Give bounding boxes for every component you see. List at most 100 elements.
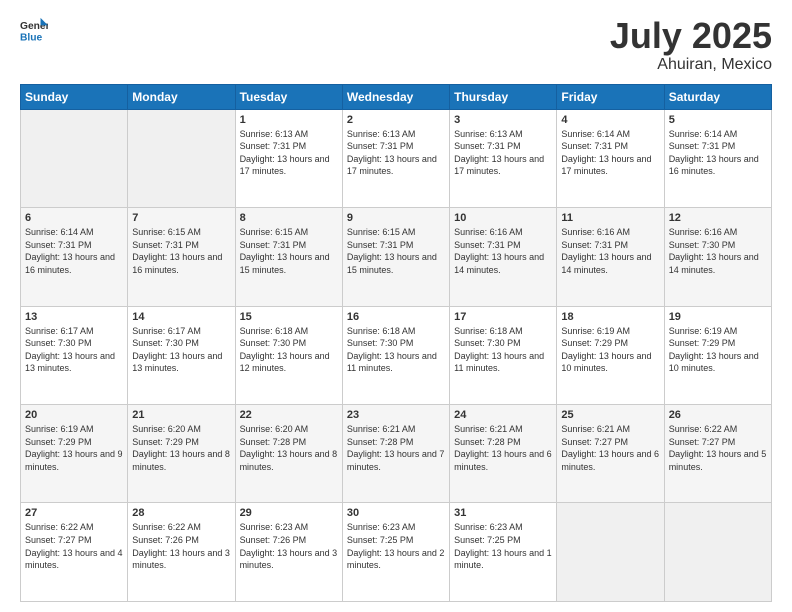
day-info: Sunrise: 6:16 AM Sunset: 7:31 PM Dayligh… bbox=[454, 226, 552, 276]
day-number: 16 bbox=[347, 311, 445, 323]
table-row: 31 Sunrise: 6:23 AM Sunset: 7:25 PM Dayli… bbox=[450, 503, 557, 602]
day-number: 26 bbox=[669, 409, 767, 421]
table-row: 29Sunrise: 6:23 AM Sunset: 7:26 PM Dayli… bbox=[235, 503, 342, 602]
day-info: Sunrise: 6:15 AM Sunset: 7:31 PM Dayligh… bbox=[240, 226, 338, 276]
day-number: 7 bbox=[132, 212, 230, 224]
table-row: 7 Sunrise: 6:15 AM Sunset: 7:31 PM Daylig… bbox=[128, 208, 235, 306]
calendar-week-row: 27Sunrise: 6:22 AM Sunset: 7:27 PM Dayli… bbox=[21, 503, 772, 602]
table-row: 1 Sunrise: 6:13 AM Sunset: 7:31 PM Daylig… bbox=[235, 109, 342, 207]
day-number: 31 bbox=[454, 507, 552, 519]
day-info: Sunrise: 6:17 AM Sunset: 7:30 PM Dayligh… bbox=[25, 325, 123, 375]
table-row: 9 Sunrise: 6:15 AM Sunset: 7:31 PM Daylig… bbox=[342, 208, 449, 306]
day-number: 27 bbox=[25, 507, 123, 519]
day-info: Sunrise: 6:20 AM Sunset: 7:28 PM Dayligh… bbox=[240, 423, 338, 473]
day-info: Sunrise: 6:14 AM Sunset: 7:31 PM Dayligh… bbox=[561, 128, 659, 178]
header-sunday: Sunday bbox=[21, 84, 128, 109]
day-info: Sunrise: 6:21 AM Sunset: 7:28 PM Dayligh… bbox=[454, 423, 552, 473]
day-info: Sunrise: 6:19 AM Sunset: 7:29 PM Dayligh… bbox=[25, 423, 123, 473]
table-row: 6 Sunrise: 6:14 AM Sunset: 7:31 PM Daylig… bbox=[21, 208, 128, 306]
table-row: 28 Sunrise: 6:22 AM Sunset: 7:26 PM Dayli… bbox=[128, 503, 235, 602]
title-block: July 2025 Ahuiran, Mexico bbox=[610, 16, 772, 74]
day-info: Sunrise: 6:15 AM Sunset: 7:31 PM Dayligh… bbox=[347, 226, 445, 276]
table-row: 21Sunrise: 6:20 AM Sunset: 7:29 PM Dayli… bbox=[128, 405, 235, 503]
day-number: 18 bbox=[561, 311, 659, 323]
day-info: Sunrise: 6:22 AM Sunset: 7:26 PM Dayligh… bbox=[132, 521, 230, 571]
day-number: 9 bbox=[347, 212, 445, 224]
day-info: Sunrise: 6:18 AM Sunset: 7:30 PM Dayligh… bbox=[347, 325, 445, 375]
calendar-week-row: 1 Sunrise: 6:13 AM Sunset: 7:31 PM Daylig… bbox=[21, 109, 772, 207]
day-number: 10 bbox=[454, 212, 552, 224]
day-info: Sunrise: 6:21 AM Sunset: 7:27 PM Dayligh… bbox=[561, 423, 659, 473]
day-number: 2 bbox=[347, 114, 445, 126]
header-monday: Monday bbox=[128, 84, 235, 109]
table-row: 10 Sunrise: 6:16 AM Sunset: 7:31 PM Dayli… bbox=[450, 208, 557, 306]
table-row: 26 Sunrise: 6:22 AM Sunset: 7:27 PM Dayli… bbox=[664, 405, 771, 503]
svg-text:Blue: Blue bbox=[20, 32, 43, 43]
table-row: 23 Sunrise: 6:21 AM Sunset: 7:28 PM Dayli… bbox=[342, 405, 449, 503]
day-number: 17 bbox=[454, 311, 552, 323]
day-info: Sunrise: 6:13 AM Sunset: 7:31 PM Dayligh… bbox=[240, 128, 338, 178]
day-number: 24 bbox=[454, 409, 552, 421]
day-number: 13 bbox=[25, 311, 123, 323]
table-row: 24 Sunrise: 6:21 AM Sunset: 7:28 PM Dayli… bbox=[450, 405, 557, 503]
day-info: Sunrise: 6:14 AM Sunset: 7:31 PM Dayligh… bbox=[669, 128, 767, 178]
header-wednesday: Wednesday bbox=[342, 84, 449, 109]
table-row bbox=[21, 109, 128, 207]
day-number: 30 bbox=[347, 507, 445, 519]
table-row bbox=[128, 109, 235, 207]
day-info: Sunrise: 6:18 AM Sunset: 7:30 PM Dayligh… bbox=[454, 325, 552, 375]
table-row: 4 Sunrise: 6:14 AM Sunset: 7:31 PM Daylig… bbox=[557, 109, 664, 207]
table-row: 2 Sunrise: 6:13 AM Sunset: 7:31 PM Daylig… bbox=[342, 109, 449, 207]
table-row: 22Sunrise: 6:20 AM Sunset: 7:28 PM Dayli… bbox=[235, 405, 342, 503]
day-info: Sunrise: 6:19 AM Sunset: 7:29 PM Dayligh… bbox=[561, 325, 659, 375]
day-number: 14 bbox=[132, 311, 230, 323]
day-info: Sunrise: 6:23 AM Sunset: 7:25 PM Dayligh… bbox=[454, 521, 552, 571]
day-info: Sunrise: 6:13 AM Sunset: 7:31 PM Dayligh… bbox=[454, 128, 552, 178]
day-number: 15 bbox=[240, 311, 338, 323]
day-info: Sunrise: 6:23 AM Sunset: 7:25 PM Dayligh… bbox=[347, 521, 445, 571]
day-info: Sunrise: 6:15 AM Sunset: 7:31 PM Dayligh… bbox=[132, 226, 230, 276]
header-thursday: Thursday bbox=[450, 84, 557, 109]
day-info: Sunrise: 6:23 AM Sunset: 7:26 PM Dayligh… bbox=[240, 521, 338, 571]
day-number: 12 bbox=[669, 212, 767, 224]
page: General Blue July 2025 Ahuiran, Mexico S… bbox=[0, 0, 792, 612]
weekday-header-row: Sunday Monday Tuesday Wednesday Thursday… bbox=[21, 84, 772, 109]
day-number: 19 bbox=[669, 311, 767, 323]
logo-icon: General Blue bbox=[20, 16, 48, 44]
table-row: 16 Sunrise: 6:18 AM Sunset: 7:30 PM Dayli… bbox=[342, 306, 449, 404]
day-info: Sunrise: 6:20 AM Sunset: 7:29 PM Dayligh… bbox=[132, 423, 230, 473]
day-number: 6 bbox=[25, 212, 123, 224]
day-info: Sunrise: 6:17 AM Sunset: 7:30 PM Dayligh… bbox=[132, 325, 230, 375]
header-tuesday: Tuesday bbox=[235, 84, 342, 109]
table-row: 14 Sunrise: 6:17 AM Sunset: 7:30 PM Dayli… bbox=[128, 306, 235, 404]
location-title: Ahuiran, Mexico bbox=[610, 56, 772, 74]
day-info: Sunrise: 6:13 AM Sunset: 7:31 PM Dayligh… bbox=[347, 128, 445, 178]
table-row: 15 Sunrise: 6:18 AM Sunset: 7:30 PM Dayli… bbox=[235, 306, 342, 404]
table-row: 25Sunrise: 6:21 AM Sunset: 7:27 PM Dayli… bbox=[557, 405, 664, 503]
day-info: Sunrise: 6:21 AM Sunset: 7:28 PM Dayligh… bbox=[347, 423, 445, 473]
calendar-week-row: 6 Sunrise: 6:14 AM Sunset: 7:31 PM Daylig… bbox=[21, 208, 772, 306]
header-saturday: Saturday bbox=[664, 84, 771, 109]
calendar-table: Sunday Monday Tuesday Wednesday Thursday… bbox=[20, 84, 772, 602]
day-number: 20 bbox=[25, 409, 123, 421]
table-row bbox=[557, 503, 664, 602]
day-number: 11 bbox=[561, 212, 659, 224]
day-info: Sunrise: 6:22 AM Sunset: 7:27 PM Dayligh… bbox=[669, 423, 767, 473]
month-title: July 2025 bbox=[610, 16, 772, 56]
day-info: Sunrise: 6:14 AM Sunset: 7:31 PM Dayligh… bbox=[25, 226, 123, 276]
calendar-week-row: 20 Sunrise: 6:19 AM Sunset: 7:29 PM Dayli… bbox=[21, 405, 772, 503]
table-row: 5 Sunrise: 6:14 AM Sunset: 7:31 PM Daylig… bbox=[664, 109, 771, 207]
day-number: 23 bbox=[347, 409, 445, 421]
day-info: Sunrise: 6:16 AM Sunset: 7:30 PM Dayligh… bbox=[669, 226, 767, 276]
day-number: 5 bbox=[669, 114, 767, 126]
table-row: 30 Sunrise: 6:23 AM Sunset: 7:25 PM Dayli… bbox=[342, 503, 449, 602]
table-row: 3Sunrise: 6:13 AM Sunset: 7:31 PM Daylig… bbox=[450, 109, 557, 207]
day-number: 8 bbox=[240, 212, 338, 224]
day-number: 28 bbox=[132, 507, 230, 519]
table-row bbox=[664, 503, 771, 602]
day-number: 1 bbox=[240, 114, 338, 126]
day-number: 4 bbox=[561, 114, 659, 126]
table-row: 17 Sunrise: 6:18 AM Sunset: 7:30 PM Dayli… bbox=[450, 306, 557, 404]
table-row: 19Sunrise: 6:19 AM Sunset: 7:29 PM Dayli… bbox=[664, 306, 771, 404]
day-info: Sunrise: 6:18 AM Sunset: 7:30 PM Dayligh… bbox=[240, 325, 338, 375]
